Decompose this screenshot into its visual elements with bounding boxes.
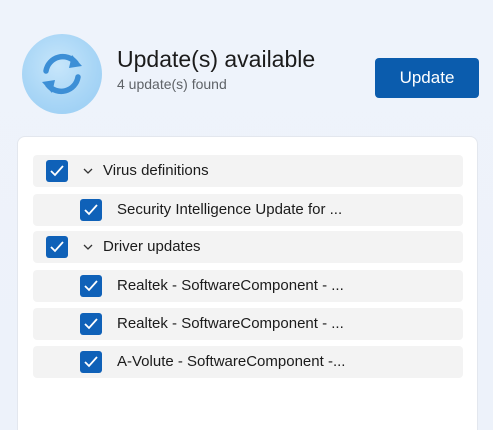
updates-list-panel: Virus definitions Security Intelligence … <box>17 136 478 430</box>
update-checkbox[interactable] <box>80 199 102 221</box>
update-header: Update(s) available 4 update(s) found Up… <box>22 34 479 116</box>
update-label: Security Intelligence Update for ... <box>117 201 343 218</box>
chevron-down-icon[interactable] <box>81 240 95 254</box>
update-label: Realtek - SoftwareComponent - ... <box>117 277 344 294</box>
sync-icon <box>22 34 102 114</box>
update-label: Realtek - SoftwareComponent - ... <box>117 315 344 332</box>
update-row[interactable]: Security Intelligence Update for ... <box>33 194 463 226</box>
checkmark-icon <box>84 204 98 216</box>
group-row-driver-updates[interactable]: Driver updates <box>33 231 463 263</box>
updates-found-count: 4 update(s) found <box>117 76 227 92</box>
update-checkbox[interactable] <box>80 351 102 373</box>
checkmark-icon <box>50 241 64 253</box>
update-label: A-Volute - SoftwareComponent -... <box>117 353 346 370</box>
checkmark-icon <box>84 280 98 292</box>
update-checkbox[interactable] <box>80 275 102 297</box>
update-row[interactable]: A-Volute - SoftwareComponent -... <box>33 346 463 378</box>
chevron-down-icon[interactable] <box>81 164 95 178</box>
group-row-virus-definitions[interactable]: Virus definitions <box>33 155 463 187</box>
update-button[interactable]: Update <box>375 58 479 98</box>
page-title: Update(s) available <box>117 46 316 72</box>
checkmark-icon <box>84 318 98 330</box>
group-checkbox-driver-updates[interactable] <box>46 236 68 258</box>
update-checkbox[interactable] <box>80 313 102 335</box>
update-row[interactable]: Realtek - SoftwareComponent - ... <box>33 270 463 302</box>
group-checkbox-virus-definitions[interactable] <box>46 160 68 182</box>
checkmark-icon <box>50 165 64 177</box>
group-label: Driver updates <box>103 238 201 255</box>
checkmark-icon <box>84 356 98 368</box>
group-label: Virus definitions <box>103 162 209 179</box>
windows-update-window: Update(s) available 4 update(s) found Up… <box>0 0 493 430</box>
update-row[interactable]: Realtek - SoftwareComponent - ... <box>33 308 463 340</box>
